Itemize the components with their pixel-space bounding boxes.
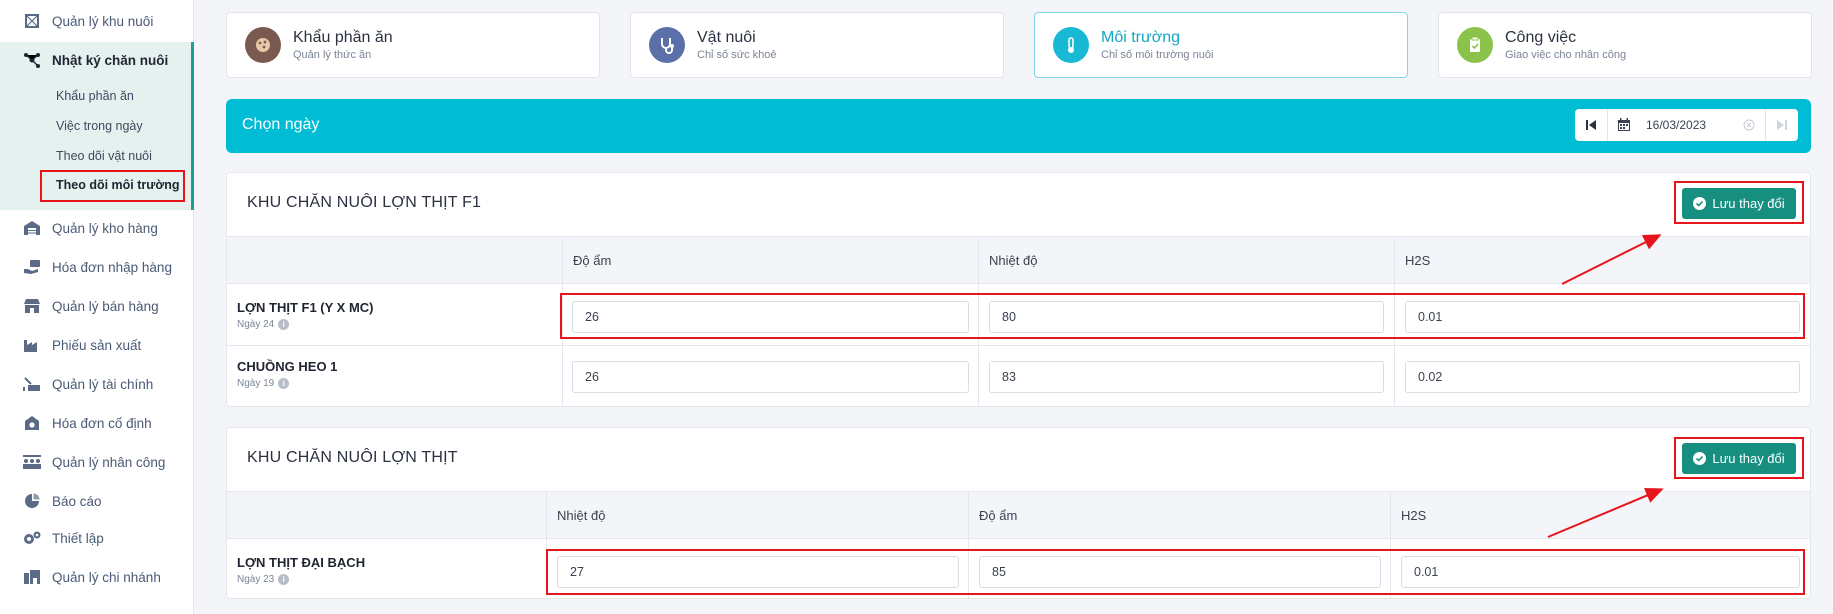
table-header: Độ ẩm Nhiệt độ H2S bbox=[227, 236, 1810, 284]
sidebar-item-phieu-san-xuat[interactable]: Phiếu sản xuất bbox=[0, 328, 194, 362]
card-moi-truong[interactable]: Môi trường Chỉ số môi trường nuôi bbox=[1034, 12, 1408, 78]
row-name: LỢN THỊT ĐẠI BẠCH bbox=[237, 555, 366, 570]
sidebar-item-ban-hang[interactable]: Quản lý bán hàng bbox=[0, 289, 194, 323]
card-title: Vật nuôi bbox=[697, 29, 756, 46]
sidebar-item-label: Quản lý khu nuôi bbox=[52, 13, 154, 29]
sidebar-item-label: Quản lý bán hàng bbox=[52, 298, 159, 314]
row-day: Ngày 23 i bbox=[237, 574, 290, 585]
warehouse-icon bbox=[22, 218, 42, 238]
card-subtitle: Giao việc cho nhân công bbox=[1505, 49, 1627, 61]
row-day-label: Ngày 19 bbox=[237, 378, 275, 389]
next-day-button[interactable] bbox=[1766, 109, 1798, 141]
h2s-input[interactable] bbox=[1405, 361, 1800, 393]
stethoscope-icon bbox=[649, 27, 685, 63]
sidebar-item-label: Thiết lập bbox=[52, 530, 104, 546]
sidebar-item-hoa-don-co-dinh[interactable]: Hóa đơn cố định bbox=[0, 406, 194, 440]
table-header: Nhiệt độ Độ ẩm H2S bbox=[227, 491, 1810, 539]
humidity-input[interactable] bbox=[572, 361, 969, 393]
column-header: Độ ẩm bbox=[573, 253, 612, 268]
row-day-label: Ngày 23 bbox=[237, 574, 275, 585]
highlight-box-save-2 bbox=[1674, 437, 1804, 479]
card-vat-nuoi[interactable]: Vật nuôi Chỉ số sức khoẻ bbox=[630, 12, 1004, 78]
info-icon[interactable]: i bbox=[278, 319, 290, 330]
thermometer-icon bbox=[1053, 27, 1089, 63]
highlight-box-sidebar bbox=[40, 170, 185, 202]
row-day: Ngày 24 i bbox=[237, 319, 290, 330]
sidebar-item-label: Quản lý nhân công bbox=[52, 454, 166, 470]
card-subtitle: Chỉ số môi trường nuôi bbox=[1101, 49, 1214, 61]
sidebar-item-label: Hóa đơn cố định bbox=[52, 415, 152, 431]
gears-icon bbox=[22, 528, 42, 548]
date-picker[interactable]: 16/03/2023 bbox=[1575, 109, 1798, 141]
row-day: Ngày 19 i bbox=[237, 378, 290, 389]
sidebar-item-label: Nhật ký chăn nuôi bbox=[52, 52, 169, 68]
card-khau-phan-an[interactable]: Khẩu phần ăn Quản lý thức ăn bbox=[226, 12, 600, 78]
sidebar-item-chi-nhanh[interactable]: Quản lý chi nhánh bbox=[0, 560, 194, 594]
store-icon bbox=[22, 296, 42, 316]
sidebar-item-hoa-don-nhap-hang[interactable]: Hóa đơn nhập hàng bbox=[0, 250, 194, 284]
clipboard-icon bbox=[1457, 27, 1493, 63]
pie-chart-icon bbox=[22, 491, 42, 511]
panel-khu-lon-thit-f1: KHU CHĂN NUÔI LỢN THỊT F1 Lưu thay đổi Đ… bbox=[226, 172, 1811, 407]
sidebar-item-kho-hang[interactable]: Quản lý kho hàng bbox=[0, 211, 194, 245]
highlight-box-row-2 bbox=[546, 549, 1805, 595]
sidebar-item-thiet-lap[interactable]: Thiết lập bbox=[0, 521, 194, 555]
row-day-label: Ngày 24 bbox=[237, 319, 275, 330]
food-icon bbox=[245, 27, 281, 63]
sidebar-item-label: Phiếu sản xuất bbox=[52, 337, 142, 353]
sidebar-item-label: Quản lý chi nhánh bbox=[52, 569, 161, 585]
network-icon bbox=[22, 50, 42, 70]
card-title: Khẩu phần ăn bbox=[293, 29, 393, 46]
money-box-icon bbox=[22, 413, 42, 433]
branch-icon bbox=[22, 567, 42, 587]
highlight-box-row-1 bbox=[560, 293, 1805, 339]
highlight-box-save-1 bbox=[1674, 181, 1804, 224]
row-name: CHUỒNG HEO 1 bbox=[237, 359, 338, 374]
sidebar-item-label: Báo cáo bbox=[52, 493, 102, 509]
card-subtitle: Quản lý thức ăn bbox=[293, 49, 372, 61]
sidebar-subitem-viec-trong-ngay[interactable]: Việc trong ngày bbox=[56, 119, 143, 133]
sidebar: Quản lý khu nuôi Nhật ký chăn nuôi Khẩu … bbox=[0, 0, 194, 614]
column-header: Độ ẩm bbox=[979, 508, 1018, 523]
sidebar-item-nhat-ky[interactable]: Nhật ký chăn nuôi bbox=[0, 43, 194, 77]
column-header: H2S bbox=[1401, 508, 1427, 523]
info-icon[interactable]: i bbox=[278, 574, 290, 585]
divider bbox=[227, 345, 1810, 346]
info-icon[interactable]: i bbox=[278, 378, 290, 389]
sidebar-item-nhan-cong[interactable]: Quản lý nhân công bbox=[0, 445, 194, 479]
panel-title: KHU CHĂN NUÔI LỢN THỊT F1 bbox=[247, 194, 482, 211]
panel-title: KHU CHĂN NUÔI LỢN THỊT bbox=[247, 449, 458, 466]
prev-day-button[interactable] bbox=[1575, 109, 1607, 141]
calendar-icon[interactable] bbox=[1608, 109, 1640, 141]
sidebar-item-label: Quản lý kho hàng bbox=[52, 220, 158, 236]
sidebar-subitem-khau-phan-an[interactable]: Khẩu phần ăn bbox=[56, 89, 134, 103]
column-header: H2S bbox=[1405, 253, 1431, 268]
skip-back-icon bbox=[1586, 120, 1596, 130]
column-header: Nhiệt độ bbox=[989, 253, 1038, 268]
sidebar-item-bao-cao[interactable]: Báo cáo bbox=[0, 484, 194, 518]
barn-frame-icon bbox=[22, 11, 42, 31]
card-cong-viec[interactable]: Công việc Giao việc cho nhân công bbox=[1438, 12, 1812, 78]
date-value[interactable]: 16/03/2023 bbox=[1646, 118, 1733, 132]
sidebar-item-label: Hóa đơn nhập hàng bbox=[52, 259, 172, 275]
sidebar-item-label: Quản lý tài chính bbox=[52, 376, 154, 392]
clear-date-icon[interactable] bbox=[1733, 109, 1765, 141]
date-bar: Chọn ngày 16/03/2023 bbox=[226, 99, 1811, 153]
card-title: Công việc bbox=[1505, 29, 1577, 46]
card-title: Môi trường bbox=[1101, 29, 1180, 46]
date-bar-label: Chọn ngày bbox=[242, 116, 320, 133]
column-header: Nhiệt độ bbox=[557, 508, 606, 523]
sidebar-subitem-theo-doi-vat-nuoi[interactable]: Theo dõi vật nuôi bbox=[56, 149, 152, 163]
workers-icon bbox=[22, 452, 42, 472]
sidebar-item-tai-chinh[interactable]: Quản lý tài chính bbox=[0, 367, 194, 401]
row-name: LỢN THỊT F1 (Y X MC) bbox=[237, 300, 374, 315]
finance-icon bbox=[22, 374, 42, 394]
skip-forward-icon bbox=[1777, 120, 1787, 130]
sidebar-item-khu-nuoi[interactable]: Quản lý khu nuôi bbox=[0, 4, 194, 38]
card-subtitle: Chỉ số sức khoẻ bbox=[697, 49, 777, 61]
factory-icon bbox=[22, 335, 42, 355]
hand-money-icon bbox=[22, 257, 42, 277]
temperature-input[interactable] bbox=[989, 361, 1384, 393]
